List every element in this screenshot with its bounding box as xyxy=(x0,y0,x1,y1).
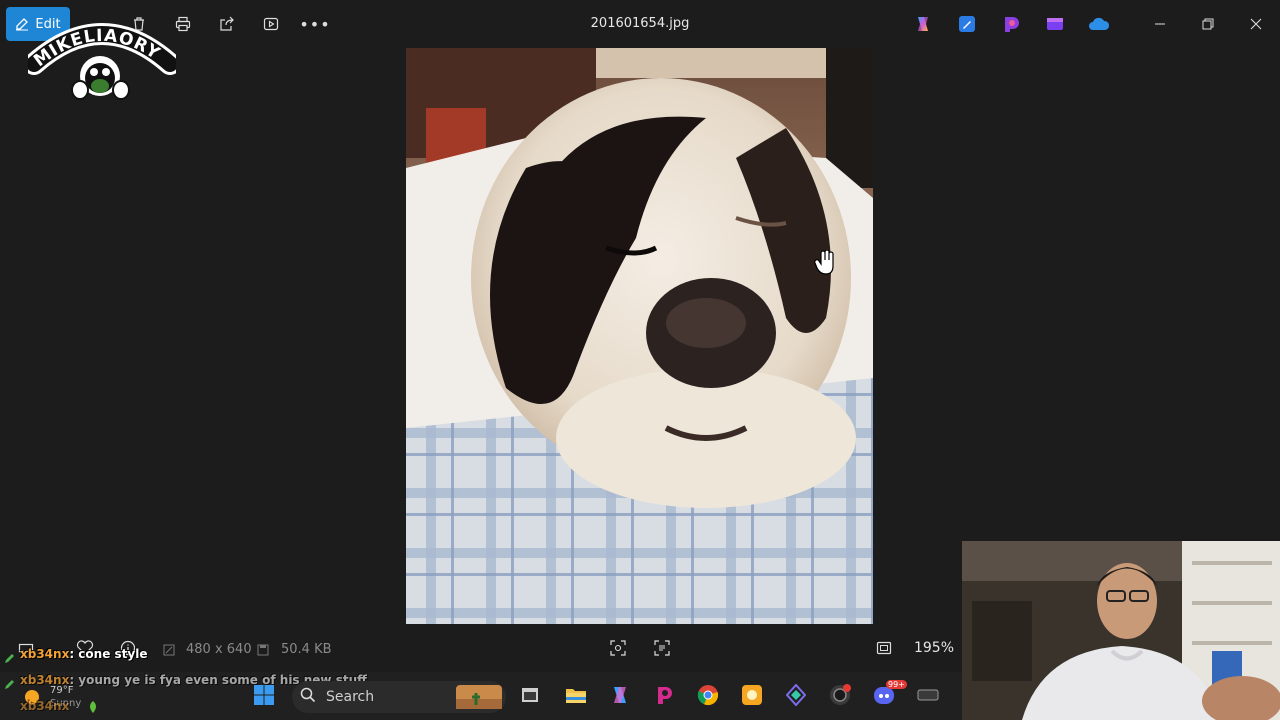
taskbar-app-srt[interactable] xyxy=(912,682,944,712)
share-icon xyxy=(219,16,235,32)
chat-username: xb34nx xyxy=(20,699,70,713)
taskbar-app-chrome[interactable] xyxy=(692,682,724,712)
minimize-icon xyxy=(1154,15,1166,34)
designer-button[interactable] xyxy=(954,8,980,40)
image-dimensions: 480 x 640 xyxy=(186,642,252,657)
leaf-emote-icon xyxy=(86,699,100,718)
save-size-icon xyxy=(256,642,270,661)
taskbar-search[interactable]: Search xyxy=(292,681,506,713)
sun-app-icon xyxy=(741,684,763,710)
share-button[interactable] xyxy=(212,8,242,40)
pencil-icon xyxy=(4,649,16,668)
video-editor-icon xyxy=(1046,15,1064,33)
pencil-icon xyxy=(4,675,16,694)
chat-text: : cone style xyxy=(69,647,148,661)
chat-message: xb34nx: cone style xyxy=(20,647,147,661)
file-size: 50.4 KB xyxy=(281,642,332,657)
text-scan-icon xyxy=(654,640,670,660)
taskbar-app-picsart[interactable] xyxy=(648,682,680,712)
taskbar-app-discord[interactable]: 99+ xyxy=(868,680,907,712)
scan-icon xyxy=(610,640,626,660)
taskbar-app-obs[interactable] xyxy=(824,682,856,712)
chat-username: xb34nx xyxy=(20,647,70,661)
more-options-button[interactable]: ••• xyxy=(299,8,331,40)
fit-window-icon xyxy=(876,641,892,660)
srt-app-icon xyxy=(917,686,939,708)
temperature: 79°F xyxy=(50,685,74,696)
image-viewer-photo xyxy=(406,48,873,624)
taskbar-app-diamond[interactable] xyxy=(780,682,812,712)
file-name: 201601654.jpg xyxy=(590,16,690,31)
zoom-level[interactable]: 195% xyxy=(906,634,962,662)
copilot-button[interactable] xyxy=(910,8,936,40)
text-scan-button[interactable] xyxy=(654,640,670,660)
taskbar-app-copilot[interactable] xyxy=(604,682,636,712)
pen-app-icon xyxy=(958,15,976,33)
paint-button[interactable] xyxy=(998,8,1024,40)
search-icon xyxy=(300,687,316,707)
fit-to-window-button[interactable] xyxy=(876,640,892,660)
copilot-icon xyxy=(914,15,932,33)
taskbar-app-terminal[interactable] xyxy=(514,682,546,712)
visual-search-button[interactable] xyxy=(610,640,626,660)
dimensions-icon xyxy=(162,642,176,661)
clipchamp-button[interactable] xyxy=(1042,8,1068,40)
picsart-icon xyxy=(654,685,674,709)
copilot-icon xyxy=(610,685,630,709)
minimize-button[interactable] xyxy=(1145,10,1175,38)
search-placeholder: Search xyxy=(326,689,375,705)
windows-logo-icon xyxy=(253,684,275,710)
recording-app-icon xyxy=(829,684,851,710)
slideshow-button[interactable] xyxy=(256,8,286,40)
diamond-app-icon xyxy=(785,683,807,710)
play-icon xyxy=(263,16,279,32)
onedrive-button[interactable] xyxy=(1086,8,1112,40)
chrome-icon xyxy=(697,684,719,710)
notification-badge: 99+ xyxy=(886,680,907,689)
taskbar-app-file-explorer[interactable] xyxy=(560,682,592,712)
ellipsis-icon: ••• xyxy=(299,14,331,34)
webcam-overlay xyxy=(962,541,1280,720)
cloud-icon xyxy=(1088,16,1110,32)
chat-message: xb34nx xyxy=(20,699,69,713)
hand-cursor-icon xyxy=(814,249,836,280)
start-button[interactable] xyxy=(248,682,280,712)
restore-icon xyxy=(1202,15,1214,34)
close-button[interactable] xyxy=(1241,10,1271,38)
printer-icon xyxy=(175,16,191,32)
folder-icon xyxy=(565,686,587,708)
stream-logo: MIKELIAORY xyxy=(23,14,181,106)
terminal-icon xyxy=(520,686,540,708)
taskbar-app-sunny[interactable] xyxy=(736,682,768,712)
close-icon xyxy=(1250,15,1262,34)
restore-button[interactable] xyxy=(1193,10,1223,38)
search-highlight-icon xyxy=(456,685,502,713)
paint-app-icon xyxy=(1002,15,1020,33)
